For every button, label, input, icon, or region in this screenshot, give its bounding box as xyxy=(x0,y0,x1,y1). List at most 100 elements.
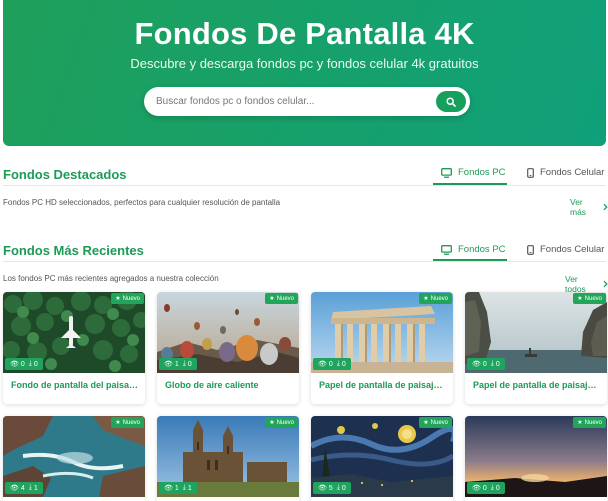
wallpaper-thumbnail[interactable]: ★ Nuevo 👁 0 ⤓ 0 xyxy=(311,292,453,373)
wallpaper-thumbnail[interactable]: ★ Nuevo 👁 0 ⤓ 0 xyxy=(465,416,607,497)
eye-icon: 👁 xyxy=(318,485,327,492)
featured-section-title: Fondos Destacados xyxy=(3,167,127,182)
smartphone-icon xyxy=(527,167,534,178)
new-badge: ★ Nuevo xyxy=(111,293,144,304)
views-count: 5 xyxy=(328,484,333,492)
tab-label: Fondos Celular xyxy=(540,167,605,178)
download-icon: ⤓ xyxy=(336,484,340,491)
downloads-count: 0 xyxy=(187,360,192,368)
downloads-count: 0 xyxy=(33,360,38,368)
wallpaper-card[interactable]: ★ Nuevo 👁 0 ⤓ 0 Papel de pantalla de paisa… xyxy=(465,292,607,404)
see-more-link[interactable]: Ver más xyxy=(570,197,608,217)
see-more-label: Ver más xyxy=(570,197,587,217)
eye-icon: 👁 xyxy=(472,361,481,368)
wallpaper-thumbnail[interactable]: ★ Nuevo 👁 4 ⤓ 1 xyxy=(3,416,145,497)
star-icon: ★ xyxy=(423,420,429,426)
eye-icon: 👁 xyxy=(164,361,173,368)
new-badge: ★ Nuevo xyxy=(573,293,606,304)
views-count: 1 xyxy=(174,484,179,492)
search-icon xyxy=(446,96,456,107)
badge-label: Nuevo xyxy=(584,419,602,426)
page-title: Fondos De Pantalla 4K xyxy=(134,16,475,51)
views-count: 0 xyxy=(482,484,487,492)
chevron-right-icon xyxy=(603,203,608,211)
new-badge: ★ Nuevo xyxy=(111,417,144,428)
wallpaper-card[interactable]: ★ Nuevo 👁 0 ⤓ 0 xyxy=(465,416,607,501)
card-stats: 👁 4 ⤓ 1 xyxy=(5,482,43,494)
see-all-link[interactable]: Ver todos xyxy=(565,274,608,294)
featured-section-description: Fondos PC HD seleccionados, perfectos pa… xyxy=(3,198,281,207)
downloads-count: 1 xyxy=(33,484,38,492)
card-title[interactable]: Fondo de pantalla del paisaje... xyxy=(11,380,139,390)
tab-featured-mobile[interactable]: Fondos Celular xyxy=(527,167,604,178)
badge-label: Nuevo xyxy=(430,419,448,426)
wallpaper-thumbnail[interactable]: ★ Nuevo 👁 1 ⤓ 1 xyxy=(157,416,299,497)
tab-label: Fondos PC xyxy=(458,167,506,178)
eye-icon: 👁 xyxy=(10,361,19,368)
badge-label: Nuevo xyxy=(430,295,448,302)
tab-featured-pc[interactable]: Fondos PC xyxy=(441,167,506,178)
eye-icon: 👁 xyxy=(318,361,327,368)
views-count: 1 xyxy=(174,360,179,368)
badge-label: Nuevo xyxy=(584,295,602,302)
card-stats: 👁 0 ⤓ 0 xyxy=(467,482,505,494)
recent-section-description: Los fondos PC más recientes agregados a … xyxy=(3,274,219,283)
download-icon: ⤓ xyxy=(182,484,186,491)
wallpaper-thumbnail[interactable]: ★ Nuevo 👁 0 ⤓ 0 xyxy=(3,292,145,373)
download-icon: ⤓ xyxy=(490,484,494,491)
star-icon: ★ xyxy=(115,296,121,302)
badge-label: Nuevo xyxy=(276,419,294,426)
section-divider xyxy=(3,261,606,262)
wallpaper-card[interactable]: ★ Nuevo 👁 0 ⤓ 0 Fondo de pantalla del pais… xyxy=(3,292,145,404)
wallpaper-card[interactable]: ★ Nuevo 👁 0 ⤓ 0 Papel de pantalla de paisa… xyxy=(311,292,453,404)
downloads-count: 1 xyxy=(187,484,192,492)
tab-recent-pc[interactable]: Fondos PC xyxy=(441,244,506,255)
wallpaper-thumbnail[interactable]: ★ Nuevo 👁 1 ⤓ 0 xyxy=(157,292,299,373)
wallpaper-card[interactable]: ★ Nuevo 👁 4 ⤓ 1 xyxy=(3,416,145,501)
wallpaper-card[interactable]: ★ Nuevo 👁 5 ⤓ 0 xyxy=(311,416,453,501)
new-badge: ★ Nuevo xyxy=(265,417,298,428)
download-icon: ⤓ xyxy=(490,360,494,367)
wallpaper-thumbnail[interactable]: ★ Nuevo 👁 5 ⤓ 0 xyxy=(311,416,453,497)
eye-icon: 👁 xyxy=(10,485,19,492)
card-stats: 👁 5 ⤓ 0 xyxy=(313,482,351,494)
hero-banner: Fondos De Pantalla 4K Descubre y descarg… xyxy=(3,0,606,146)
download-icon: ⤓ xyxy=(182,360,186,367)
views-count: 0 xyxy=(328,360,333,368)
download-icon: ⤓ xyxy=(336,360,340,367)
card-stats: 👁 0 ⤓ 0 xyxy=(467,358,505,370)
chevron-right-icon xyxy=(603,280,608,288)
section-divider xyxy=(3,185,606,186)
wallpaper-thumbnail[interactable]: ★ Nuevo 👁 0 ⤓ 0 xyxy=(465,292,607,373)
star-icon: ★ xyxy=(577,296,583,302)
tab-label: Fondos PC xyxy=(458,244,506,255)
card-title[interactable]: Papel de pantalla de paisaje ... xyxy=(473,380,601,390)
download-icon: ⤓ xyxy=(28,484,32,491)
downloads-count: 0 xyxy=(341,484,346,492)
card-title[interactable]: Globo de aire caliente xyxy=(165,380,293,390)
card-stats: 👁 0 ⤓ 0 xyxy=(5,358,43,370)
star-icon: ★ xyxy=(269,420,275,426)
card-title[interactable]: Papel de pantalla de paisaje ... xyxy=(319,380,447,390)
star-icon: ★ xyxy=(577,420,583,426)
see-all-label: Ver todos xyxy=(565,274,586,294)
card-stats: 👁 0 ⤓ 0 xyxy=(313,358,351,370)
new-badge: ★ Nuevo xyxy=(419,417,452,428)
downloads-count: 0 xyxy=(341,360,346,368)
tab-label: Fondos Celular xyxy=(540,244,605,255)
tab-recent-mobile[interactable]: Fondos Celular xyxy=(527,244,604,255)
wallpaper-card[interactable]: ★ Nuevo 👁 1 ⤓ 0 Globo de aire caliente xyxy=(157,292,299,404)
wallpaper-card[interactable]: ★ Nuevo 👁 1 ⤓ 1 xyxy=(157,416,299,501)
star-icon: ★ xyxy=(423,296,429,302)
download-icon: ⤓ xyxy=(28,360,32,367)
new-badge: ★ Nuevo xyxy=(419,293,452,304)
views-count: 0 xyxy=(482,360,487,368)
search-input[interactable] xyxy=(156,87,426,116)
search-button[interactable] xyxy=(436,91,466,112)
eye-icon: 👁 xyxy=(164,485,173,492)
views-count: 4 xyxy=(20,484,25,492)
card-stats: 👁 1 ⤓ 1 xyxy=(159,482,197,494)
badge-label: Nuevo xyxy=(276,295,294,302)
smartphone-icon xyxy=(527,244,534,255)
page-subtitle: Descubre y descarga fondos pc y fondos c… xyxy=(130,56,479,71)
